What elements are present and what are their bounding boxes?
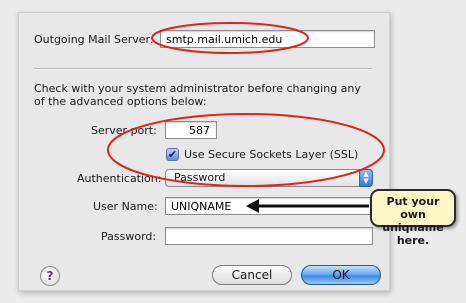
arrow-left-icon bbox=[246, 199, 369, 213]
callout-line-1: Put your own bbox=[386, 195, 440, 221]
callout-line-2: uniqname here. bbox=[382, 221, 444, 247]
port-ssl-highlight-ellipse bbox=[107, 113, 385, 187]
mail-server-settings-panel: Outgoing Mail Server: smtp.mail.umich.ed… bbox=[0, 0, 466, 303]
annotation-overlay bbox=[107, 22, 385, 213]
instruction-callout: Put your own uniqname here. bbox=[370, 189, 456, 247]
server-highlight-ellipse bbox=[151, 22, 309, 54]
